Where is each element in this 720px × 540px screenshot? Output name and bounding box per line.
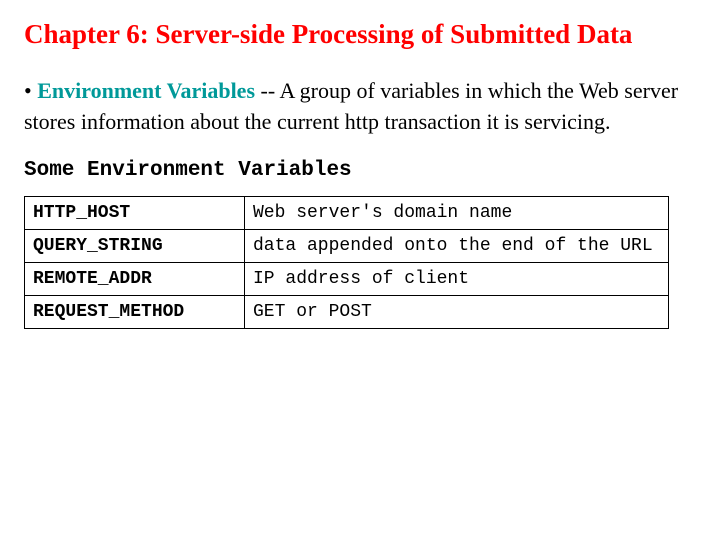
definition-term: Environment Variables [37,78,255,103]
chapter-heading: Chapter 6: Server-side Processing of Sub… [24,18,696,52]
env-var-table: HTTP_HOST Web server's domain name QUERY… [24,196,669,329]
var-name: REQUEST_METHOD [25,296,245,329]
table-row: REMOTE_ADDR IP address of client [25,263,669,296]
var-desc: data appended onto the end of the URL [245,230,669,263]
var-desc: Web server's domain name [245,197,669,230]
var-name: REMOTE_ADDR [25,263,245,296]
table-row: REQUEST_METHOD GET or POST [25,296,669,329]
table-row: QUERY_STRING data appended onto the end … [25,230,669,263]
table-subheading: Some Environment Variables [24,159,696,182]
definition-paragraph: • Environment Variables -- A group of va… [24,76,696,138]
var-name: HTTP_HOST [25,197,245,230]
var-name: QUERY_STRING [25,230,245,263]
var-desc: GET or POST [245,296,669,329]
var-desc: IP address of client [245,263,669,296]
bullet: • [24,78,32,103]
table-row: HTTP_HOST Web server's domain name [25,197,669,230]
